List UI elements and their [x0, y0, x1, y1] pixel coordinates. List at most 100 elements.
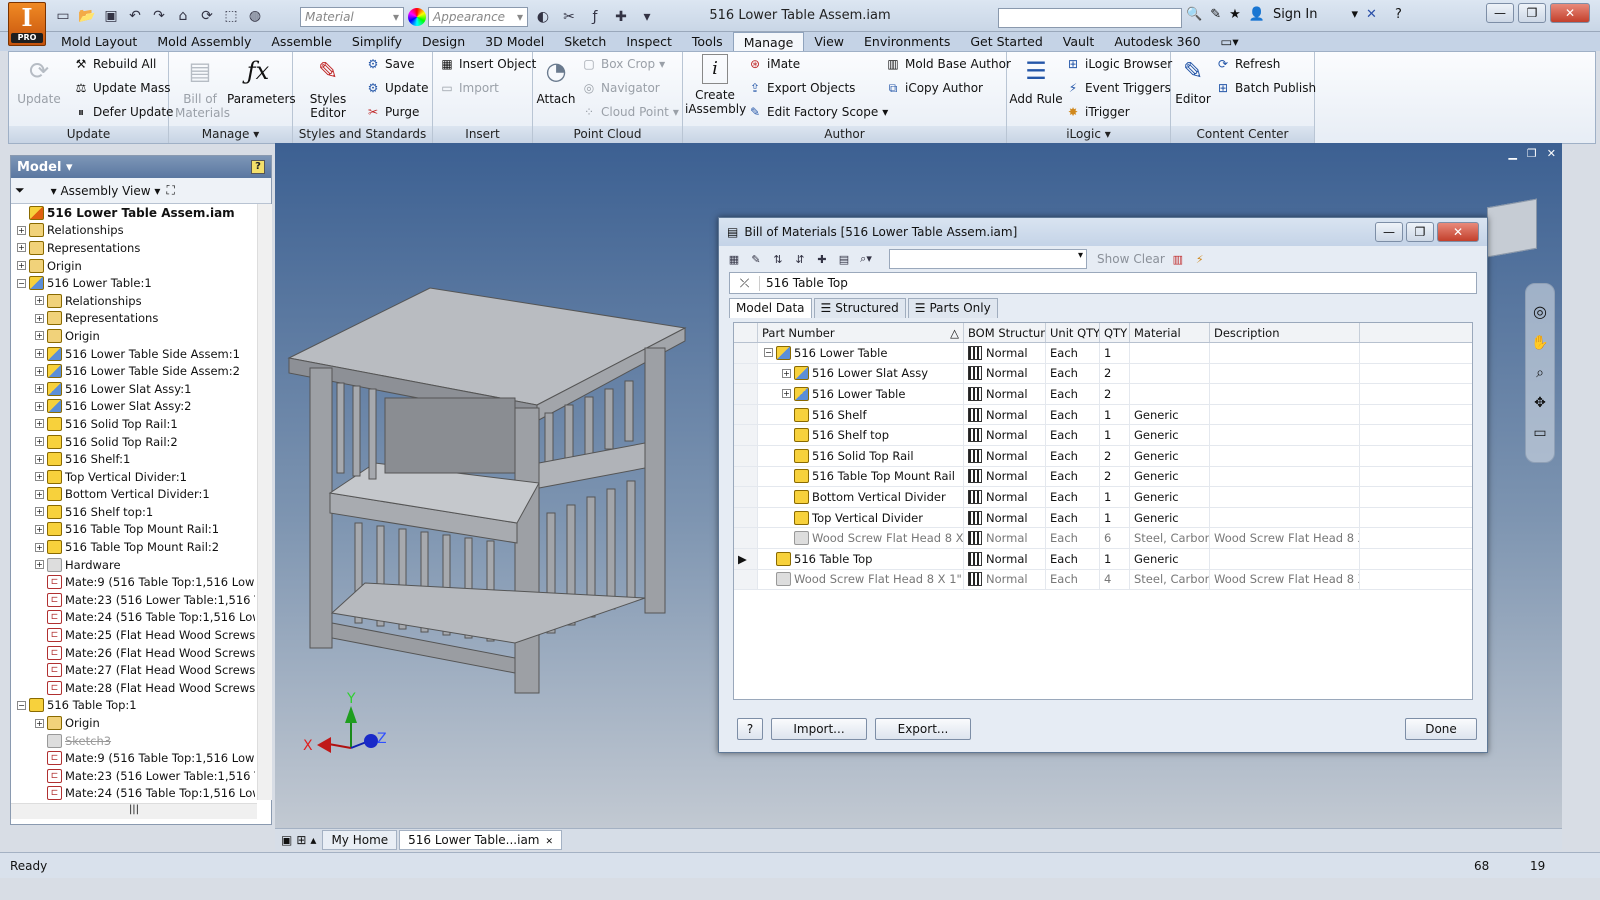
expand-icon[interactable]: +: [35, 718, 44, 728]
material-cell[interactable]: [1130, 363, 1210, 384]
bom-row[interactable]: +Wood Screw Flat Head 8 X 1"NormalEach4S…: [734, 569, 1472, 591]
purge-button[interactable]: ✂ Purge: [365, 104, 419, 120]
appearance-icon[interactable]: [408, 8, 426, 26]
zoom-icon[interactable]: ⌕: [1526, 365, 1554, 381]
material-cell[interactable]: Generic: [1130, 466, 1210, 487]
column-header[interactable]: Description: [1210, 323, 1360, 342]
material-combo[interactable]: Material ▾: [300, 7, 404, 27]
qty-cell[interactable]: 1: [1100, 425, 1130, 445]
qty-cell[interactable]: 2: [1100, 384, 1130, 404]
filter-icon[interactable]: ⏷: [15, 183, 25, 198]
insert-object-button[interactable]: ▦ Insert Object: [439, 56, 536, 72]
tab-assemble[interactable]: Assemble: [261, 32, 342, 51]
row-selector[interactable]: [734, 528, 758, 548]
redo-icon[interactable]: ↷: [148, 5, 170, 27]
help-button[interactable]: ?: [737, 718, 763, 740]
new-file-icon[interactable]: ▭: [52, 5, 74, 27]
material-cell[interactable]: [1130, 343, 1210, 363]
tree-node[interactable]: − 516 Table Top:1: [11, 697, 255, 715]
material-cell[interactable]: Steel, Carbon: [1130, 528, 1210, 548]
tree-node[interactable]: +516 Lower Table Assem.iam: [11, 204, 255, 222]
tree-node[interactable]: + Representations: [11, 239, 255, 257]
expand-icon[interactable]: +: [35, 524, 44, 534]
material-cell[interactable]: Generic: [1130, 548, 1210, 569]
tree-node[interactable]: +516 Table Top Mount Rail:1: [11, 521, 255, 539]
bom-structure-cell[interactable]: Normal: [964, 384, 1046, 404]
expand-icon[interactable]: +: [17, 261, 26, 271]
unit-qty-cell[interactable]: Each: [1046, 425, 1100, 445]
find-icon[interactable]: ⌕▾: [857, 250, 875, 268]
bom-row[interactable]: +516 ShelfNormalEach1Generic: [734, 404, 1472, 426]
tab-autodesk-360[interactable]: Autodesk 360: [1104, 32, 1210, 51]
cc-editor-button[interactable]: ✎ Editor: [1173, 54, 1213, 106]
description-cell[interactable]: [1210, 507, 1360, 528]
help-icon[interactable]: ?: [1395, 7, 1402, 22]
add-column-icon[interactable]: ✚: [813, 250, 831, 268]
orbit-icon[interactable]: ✥: [1526, 395, 1554, 411]
tree-node[interactable]: +⊏Mate:23 (516 Lower Table:1,516 Table: [11, 767, 255, 785]
minimize-icon[interactable]: ▁: [1508, 147, 1516, 160]
column-header[interactable]: Material: [1130, 323, 1210, 342]
material-cell[interactable]: Generic: [1130, 404, 1210, 425]
expand-icon[interactable]: +: [35, 472, 44, 482]
tree-node[interactable]: +516 Lower Slat Assy:2: [11, 398, 255, 416]
bill-of-materials-button[interactable]: ▤ Bill of Materials: [175, 54, 230, 120]
grid-icon[interactable]: ▤: [835, 250, 853, 268]
binoculars-icon[interactable]: 🔍: [1186, 7, 1202, 22]
description-cell[interactable]: [1210, 363, 1360, 384]
row-selector[interactable]: [734, 363, 758, 384]
unit-qty-cell[interactable]: Each: [1046, 363, 1100, 384]
add-rule-button[interactable]: ☰ Add Rule: [1009, 54, 1063, 106]
unit-qty-cell[interactable]: Each: [1046, 507, 1100, 528]
export-icon[interactable]: ⚡: [1191, 250, 1209, 268]
row-selector[interactable]: [734, 487, 758, 507]
column-header[interactable]: BOM Structure: [964, 323, 1046, 342]
tab-3d-model[interactable]: 3D Model: [475, 32, 554, 51]
chevron-down-icon[interactable]: ▾: [1352, 7, 1359, 22]
row-selector[interactable]: [734, 425, 758, 445]
tab-manage[interactable]: Manage: [732, 31, 805, 52]
bom-structure-cell[interactable]: Normal: [964, 445, 1046, 466]
tree-node[interactable]: +516 Solid Top Rail:2: [11, 433, 255, 451]
home-icon[interactable]: ⌂: [172, 5, 194, 27]
tree-node[interactable]: +516 Lower Table Side Assem:1: [11, 345, 255, 363]
renumber-icon[interactable]: ⇵: [791, 250, 809, 268]
qty-cell[interactable]: 2: [1100, 363, 1130, 384]
pan-icon[interactable]: ✋: [1526, 335, 1554, 351]
import-button[interactable]: ▭ Import: [439, 80, 499, 96]
tab-parts-only[interactable]: ☰ Parts Only: [907, 298, 998, 318]
minimize-button[interactable]: —: [1375, 222, 1403, 242]
unit-qty-cell[interactable]: Each: [1046, 569, 1100, 590]
tree-node[interactable]: +516 Shelf:1: [11, 450, 255, 468]
description-cell[interactable]: [1210, 343, 1360, 363]
close-tab-icon[interactable]: ✕: [546, 837, 554, 847]
tab-model-data[interactable]: Model Data: [729, 298, 812, 318]
clear-override-icon[interactable]: ✂: [558, 6, 580, 28]
tree-node[interactable]: +⊏Mate:9 (516 Table Top:1,516 Lower Ta: [11, 573, 255, 591]
expand-icon[interactable]: +: [35, 507, 44, 517]
color-wheel-icon[interactable]: ◍: [244, 5, 266, 27]
tree-node[interactable]: +⊏Mate:26 (Flat Head Wood Screws 8-1:: [11, 644, 255, 662]
collapse-icon[interactable]: −: [17, 700, 26, 710]
tab-get-started[interactable]: Get Started: [960, 32, 1052, 51]
close-button[interactable]: ✕: [1550, 3, 1590, 23]
description-cell[interactable]: [1210, 425, 1360, 445]
expand-icon[interactable]: +: [35, 331, 44, 341]
qty-cell[interactable]: 2: [1100, 466, 1130, 487]
column-header[interactable]: Unit QTY: [1046, 323, 1100, 342]
box-crop-button[interactable]: ▢ Box Crop ▾: [581, 56, 665, 72]
row-selector[interactable]: [734, 507, 758, 528]
bom-structure-cell[interactable]: Normal: [964, 343, 1046, 363]
description-cell[interactable]: [1210, 548, 1360, 569]
ilogic-browser-button[interactable]: ⊞ iLogic Browser: [1065, 56, 1172, 72]
material-cell[interactable]: Generic: [1130, 425, 1210, 445]
document-tab[interactable]: 516 Lower Table...iam ✕: [399, 829, 563, 850]
unit-qty-cell[interactable]: Each: [1046, 466, 1100, 487]
imate-button[interactable]: ⊛ iMate: [747, 56, 800, 72]
bom-row[interactable]: +516 Solid Top RailNormalEach2Generic: [734, 445, 1472, 467]
document-tab[interactable]: My Home: [322, 829, 398, 850]
description-cell[interactable]: Wood Screw Flat Head 8 X 1": [1210, 528, 1360, 548]
expand-icon[interactable]: +: [17, 243, 26, 253]
expand-icon[interactable]: +: [35, 384, 44, 394]
bom-row[interactable]: +516 Shelf topNormalEach1Generic: [734, 425, 1472, 446]
